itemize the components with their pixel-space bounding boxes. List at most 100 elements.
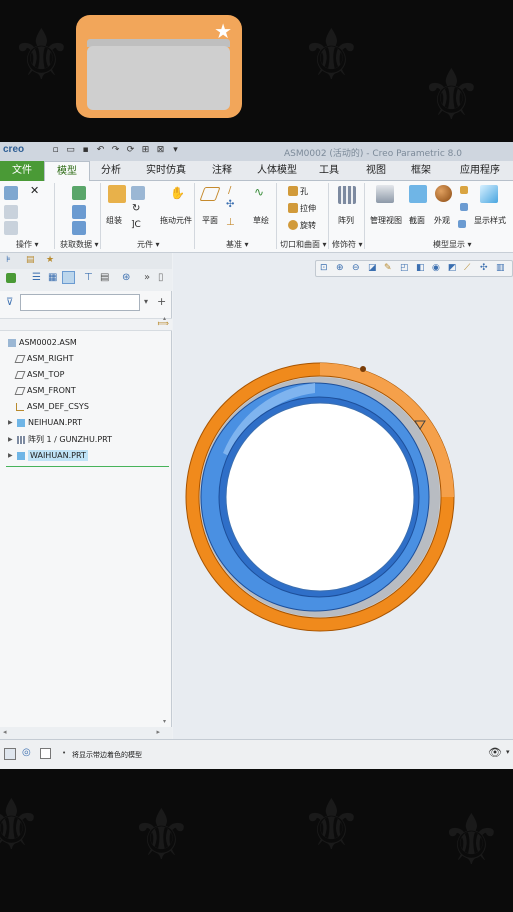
section-icon[interactable] <box>409 185 427 203</box>
group-label-model-display[interactable]: 模型显示 ▾ <box>433 239 472 250</box>
folder-browser-tab-icon[interactable]: ▤ <box>26 255 35 265</box>
revolve-button[interactable]: 旋转 <box>300 220 316 231</box>
tab-model[interactable]: 模型 <box>44 161 90 181</box>
tab-annotate[interactable]: 注释 <box>204 161 240 181</box>
tree-item-asm-right[interactable]: ASM_RIGHT <box>14 354 73 363</box>
new-icon[interactable]: ▫ <box>50 145 61 156</box>
binoculars-icon[interactable]: 👁 <box>488 746 502 759</box>
display-style-icon[interactable] <box>480 185 498 203</box>
browser-icon[interactable]: ◎ <box>22 747 31 758</box>
perspective-icon[interactable] <box>460 203 468 211</box>
tab-view[interactable]: 视图 <box>358 161 394 181</box>
close-window-icon[interactable]: ⊠ <box>155 145 166 156</box>
sketch-icon[interactable]: ∿ <box>254 185 264 199</box>
tab-live-simulation[interactable]: 实时仿真 <box>140 161 192 181</box>
open-icon[interactable]: ▭ <box>65 145 76 156</box>
scroll-left-icon[interactable]: ◂ <box>3 728 7 736</box>
inner-ring[interactable] <box>200 382 430 612</box>
copy-icon[interactable] <box>4 205 18 219</box>
add-icon[interactable]: + <box>157 295 166 308</box>
axis-icon[interactable]: / <box>228 185 231 196</box>
fullscreen-icon[interactable] <box>40 748 51 759</box>
scroll-down-icon[interactable]: ▾ <box>163 718 166 725</box>
tree-item-root[interactable]: ASM0002.ASM <box>8 338 77 347</box>
tree-vertical-scrollbar[interactable]: ▴ ▾ <box>163 315 169 725</box>
group-label-operations[interactable]: 操作 ▾ <box>16 239 39 250</box>
paste-icon[interactable] <box>4 221 18 235</box>
expand-icon[interactable]: ▶ <box>8 436 14 443</box>
graphics-window[interactable]: ⊡ ⊕ ⊖ ◪ ✎ ◰ ◧ ◉ ◩ ⟋ ✣ ▥ <box>173 253 513 739</box>
toggle-navigator-icon[interactable] <box>4 748 16 760</box>
page-icon[interactable]: ▯ <box>158 272 164 283</box>
extrude-icon[interactable] <box>288 203 298 213</box>
layers-icon[interactable]: ▤ <box>100 272 109 283</box>
named-views-icon[interactable] <box>458 220 466 228</box>
more-icon[interactable]: » <box>144 272 150 283</box>
sketch-button[interactable]: 草绘 <box>253 215 269 226</box>
hole-icon[interactable] <box>288 186 298 196</box>
model-tree-tab-icon[interactable]: ⊧ <box>6 255 11 265</box>
tab-manikin[interactable]: 人体模型 <box>250 161 304 181</box>
user-defined-feature-icon[interactable] <box>72 186 86 200</box>
appearance-button[interactable]: 外观 <box>434 215 450 226</box>
point-icon[interactable]: ✣ <box>226 199 234 210</box>
extrude-button[interactable]: 拉伸 <box>300 203 316 214</box>
csys-icon[interactable]: ⊥ <box>226 217 235 228</box>
expand-icon[interactable]: ▶ <box>8 419 14 426</box>
tree-item-asm-top[interactable]: ASM_TOP <box>14 370 64 379</box>
tab-file[interactable]: 文件 <box>0 161 44 181</box>
copy-geometry-icon[interactable] <box>72 205 86 219</box>
manage-views-icon[interactable] <box>376 185 394 203</box>
tree-filters-icon[interactable]: ⊤ <box>84 272 93 283</box>
revolve-icon[interactable] <box>288 220 298 230</box>
group-label-datum[interactable]: 基准 ▾ <box>226 239 249 250</box>
tree-settings-icon[interactable]: ☰ <box>32 272 41 283</box>
tab-applications[interactable]: 应用程序 <box>452 161 508 181</box>
repeat-icon[interactable]: ↻ <box>132 203 140 214</box>
favorites-tab-icon[interactable]: ★ <box>46 255 54 265</box>
scroll-right-icon[interactable]: ▸ <box>156 728 160 736</box>
display-settings-icon[interactable] <box>460 186 468 194</box>
pattern-button[interactable]: 阵列 <box>338 215 354 226</box>
assemble-icon[interactable] <box>108 185 126 203</box>
plane-icon[interactable] <box>199 187 221 201</box>
display-style-button[interactable]: 显示样式 <box>474 215 506 226</box>
tab-analysis[interactable]: 分析 <box>92 161 130 181</box>
hole-button[interactable]: 孔 <box>300 186 308 197</box>
tab-tools[interactable]: 工具 <box>312 161 346 181</box>
group-label-component[interactable]: 元件 ▾ <box>137 239 160 250</box>
create-component-icon[interactable] <box>131 186 145 200</box>
group-label-modifiers[interactable]: 修饰符 ▾ <box>332 239 363 250</box>
model-icon[interactable] <box>6 273 16 283</box>
regenerate-icon[interactable] <box>4 186 18 200</box>
chevron-down-icon[interactable]: ▾ <box>506 748 510 756</box>
windows-icon[interactable]: ⊞ <box>140 145 151 156</box>
appearance-icon[interactable] <box>435 185 452 202</box>
delete-icon[interactable]: ✕ <box>30 184 39 197</box>
section-button[interactable]: 截面 <box>409 215 425 226</box>
expand-icon[interactable]: ▶ <box>8 452 14 459</box>
customize-icon[interactable]: ▾ <box>170 145 181 156</box>
group-label-get-data[interactable]: 获取数据 ▾ <box>60 239 99 250</box>
manage-views-button[interactable]: 管理视图 <box>370 215 402 226</box>
drag-components-button[interactable]: 拖动元件 <box>160 215 192 226</box>
show-icon[interactable]: ▦ <box>48 272 57 283</box>
save-icon[interactable]: ▪ <box>80 145 91 156</box>
filter-icon[interactable]: ⊽ <box>6 297 13 308</box>
tree-horizontal-scrollbar[interactable]: ◂ ▸ <box>0 727 172 739</box>
tab-framework[interactable]: 框架 <box>404 161 438 181</box>
tree-search-input[interactable] <box>20 294 140 311</box>
tree-item-asm-front[interactable]: ASM_FRONT <box>14 386 76 395</box>
scroll-up-icon[interactable]: ▴ <box>163 315 166 322</box>
insert-here-indicator[interactable] <box>6 466 169 467</box>
regenerate-icon[interactable]: ⟳ <box>125 145 136 156</box>
undo-icon[interactable]: ↶ <box>95 145 106 156</box>
pattern-icon[interactable] <box>338 186 356 204</box>
bearing-model[interactable] <box>173 253 513 739</box>
assemble-button[interactable]: 组装 <box>106 215 122 226</box>
redo-icon[interactable]: ↷ <box>110 145 121 156</box>
group-label-cut-surface[interactable]: 切口和曲面 ▾ <box>280 239 327 250</box>
find-icon[interactable]: ⊛ <box>122 272 130 283</box>
tree-item-waihuan[interactable]: ▶ WAIHUAN.PRT <box>8 450 88 461</box>
hand-icon[interactable]: ✋ <box>170 186 185 200</box>
